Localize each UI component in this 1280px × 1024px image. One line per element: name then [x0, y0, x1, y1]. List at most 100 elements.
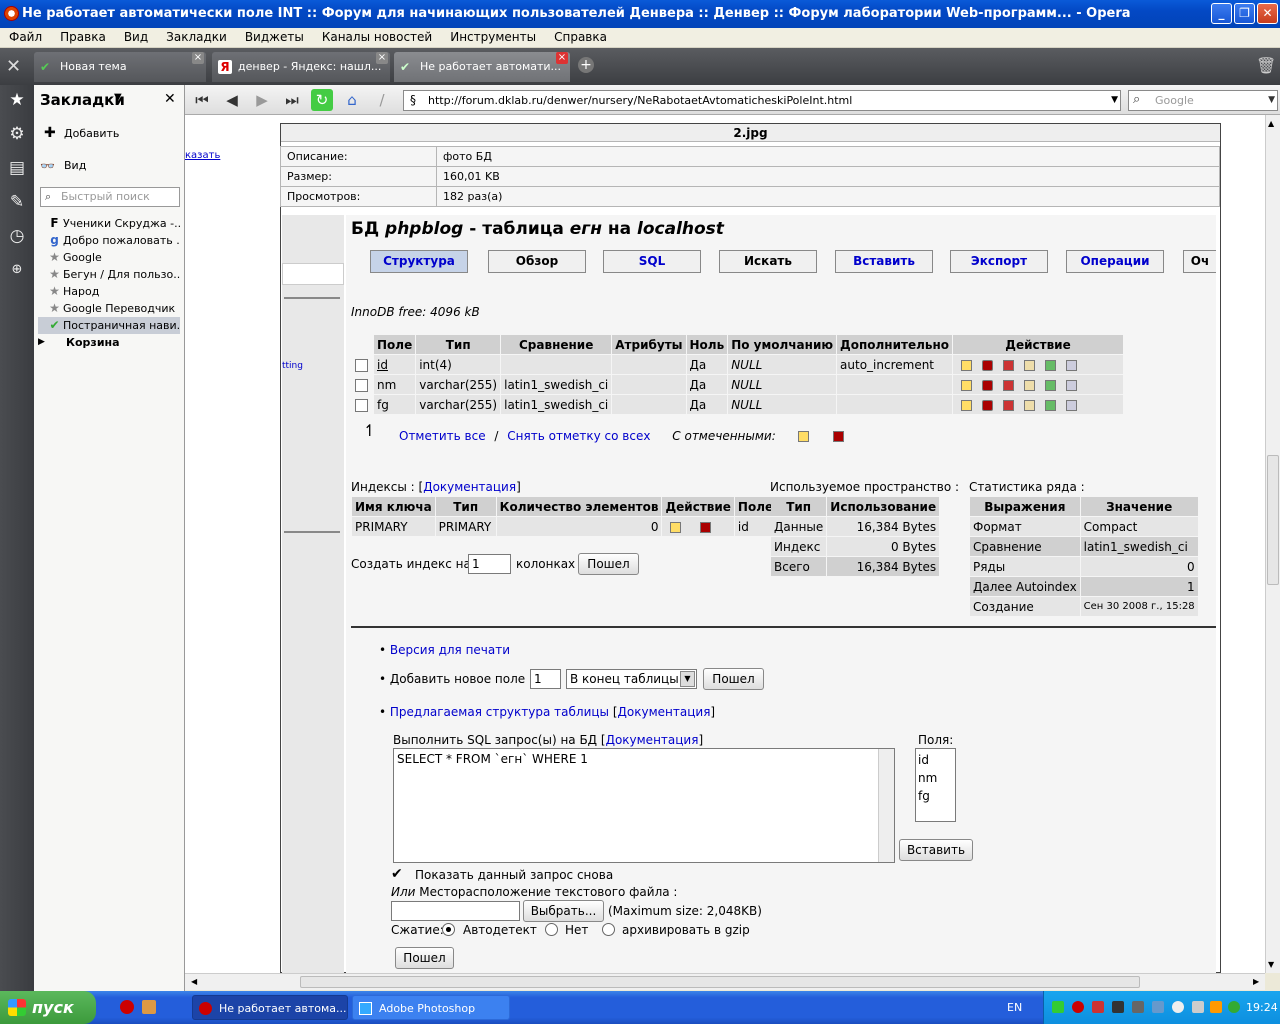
language-indicator[interactable]: EN [1007, 1001, 1022, 1014]
chevron-down-icon[interactable]: ▼ [1268, 91, 1275, 110]
tray-icon[interactable] [1192, 1001, 1204, 1013]
proposed-item: • Предлагаемая структура таблицы [Докуме… [379, 705, 716, 719]
field-option: fg [918, 789, 930, 803]
field-name: nm [374, 375, 416, 394]
bookmarks-star-icon[interactable]: ★ [6, 89, 28, 111]
horizontal-scrollbar[interactable]: ◀ ▶ [185, 973, 1265, 990]
partial-link[interactable]: казать [185, 150, 220, 161]
rewind-icon[interactable]: ⏮ [191, 89, 213, 111]
tray-icon[interactable] [1132, 1001, 1144, 1013]
chevron-down-icon[interactable]: ▼ [1111, 91, 1118, 110]
field-name: fg [374, 395, 416, 414]
close-window-button[interactable]: ✕ [1257, 3, 1278, 24]
tray-icon[interactable] [1228, 1001, 1240, 1013]
bookmark-item[interactable]: ★ Народ [38, 283, 180, 300]
show-again-label: Показать данный запрос снова [415, 868, 614, 882]
close-panel-icon[interactable]: ✕ [164, 91, 176, 107]
menu-bookmarks[interactable]: Закладки [157, 28, 236, 47]
menu-view[interactable]: Вид [115, 28, 157, 47]
opera-logo-icon [4, 6, 19, 21]
menu-file[interactable]: Файл [0, 28, 51, 47]
menu-edit[interactable]: Правка [51, 28, 115, 47]
tab-new-topic[interactable]: ✔ Новая тема × [34, 52, 206, 82]
tab-close-icon[interactable]: × [192, 52, 204, 64]
home-icon[interactable]: ⌂ [341, 89, 363, 111]
opera-quicklaunch-icon[interactable] [120, 1000, 134, 1014]
bracket: ] [698, 733, 704, 747]
gear-icon[interactable]: ⚙ [6, 123, 28, 145]
search-placeholder: Google [1155, 94, 1194, 107]
bookmark-item[interactable]: F Ученики Скруджа -... [38, 215, 180, 232]
unique-icon [1045, 379, 1056, 391]
menu-tools[interactable]: Инструменты [441, 28, 545, 47]
new-tab-icon[interactable]: + [578, 57, 594, 73]
quick-search-input[interactable]: ⌕ Быстрый поиск [40, 187, 180, 207]
trash-folder[interactable]: ▶ Корзина [38, 334, 180, 351]
table-row: Данные 16,384 Bytes [771, 517, 940, 536]
mail-icon[interactable]: ▤ [6, 157, 28, 179]
bookmark-item[interactable]: g Добро пожаловать ... [38, 232, 180, 249]
table-row: fg varchar(255) latin1_swedish_ci Да NUL… [350, 395, 1123, 414]
tray-icon[interactable] [1092, 1001, 1104, 1013]
reload-icon[interactable]: ↻ [311, 89, 333, 111]
add-bookmark-button[interactable]: Добавить [64, 127, 119, 140]
feed-icon[interactable]: ✎ [6, 191, 28, 213]
view-button[interactable]: Вид [64, 159, 86, 172]
scroll-left-icon[interactable]: ◀ [191, 977, 197, 986]
browse-button: Выбрать... [523, 900, 604, 922]
vertical-scrollbar[interactable]: ▲ ▼ [1265, 115, 1280, 973]
tab-close-icon[interactable]: × [376, 52, 388, 64]
address-input[interactable]: § http://forum.dklab.ru/denwer/nursery/N… [403, 90, 1121, 111]
edit-icon [961, 379, 972, 391]
tray-icon[interactable] [1152, 1001, 1164, 1013]
start-button[interactable]: пуск [0, 991, 96, 1024]
maximize-button[interactable]: ❐ [1234, 3, 1255, 24]
scroll-up-icon[interactable]: ▲ [1268, 119, 1274, 128]
col-header: Действие [662, 497, 734, 516]
wand-icon[interactable]: / [371, 89, 393, 111]
task-opera[interactable]: Не работает автома... [192, 995, 348, 1020]
tray-icon[interactable] [1072, 1001, 1084, 1013]
search-placeholder: Быстрый поиск [61, 190, 150, 203]
menu-help[interactable]: Справка [545, 28, 616, 47]
scrollbar-thumb[interactable] [1267, 455, 1279, 585]
tray-icon[interactable] [1112, 1001, 1124, 1013]
create-index-label: Создать индекс на [351, 557, 471, 571]
bookmark-item[interactable]: ★ Бегун / Для пользо... [38, 266, 180, 283]
tray-icon[interactable] [1172, 1001, 1184, 1013]
menu-widgets[interactable]: Виджеты [236, 28, 313, 47]
task-photoshop[interactable]: Adobe Photoshop [352, 995, 510, 1020]
tools-icon[interactable]: ✕ [6, 56, 21, 77]
fast-forward-icon[interactable]: ⏭ [281, 89, 303, 111]
menu-feeds[interactable]: Каналы новостей [313, 28, 441, 47]
tray-icon[interactable] [1052, 1001, 1064, 1013]
bookmark-item[interactable]: ★ Google [38, 249, 180, 266]
tab-yandex[interactable]: Я денвер - Яндекс: нашл... × [212, 52, 390, 82]
bookmark-item[interactable]: ★ Google Переводчик [38, 300, 180, 317]
col-header: По умолчанию [728, 335, 837, 354]
back-icon[interactable]: ◀ [221, 89, 243, 111]
chevron-down-icon[interactable]: ▼ [114, 92, 122, 103]
expand-arrow-icon[interactable]: ▶ [38, 334, 45, 351]
tab-close-icon[interactable]: × [556, 52, 568, 64]
minimize-button[interactable]: _ [1211, 3, 1232, 24]
history-clock-icon[interactable]: ◷ [6, 225, 28, 247]
add-panel-icon[interactable]: ⊕ [6, 259, 28, 281]
tab-current[interactable]: ✔ Не работает автомати... × [394, 52, 570, 82]
bookmark-item-selected[interactable]: ✔ Постраничная нави... [38, 317, 180, 334]
field-extra [837, 395, 952, 414]
field-collation [501, 355, 612, 374]
scroll-right-icon[interactable]: ▶ [1253, 977, 1259, 986]
tab-label: Новая тема [60, 60, 127, 73]
stats-table: Выражения Значение Формат Compact Сравнени… [969, 496, 1199, 617]
forward-icon[interactable]: ▶ [251, 89, 273, 111]
space-unit: Bytes [902, 539, 937, 554]
quicklaunch-icon[interactable] [142, 1000, 156, 1014]
tray-icon[interactable] [1210, 1001, 1222, 1013]
search-engine-input[interactable]: ⌕ Google ▼ [1128, 90, 1278, 111]
scrollbar-thumb[interactable] [300, 976, 1140, 988]
scroll-down-icon[interactable]: ▼ [1268, 960, 1274, 969]
action-icons [953, 395, 1123, 414]
columns-word: колонках [516, 557, 576, 571]
trash-icon[interactable]: 🗑 [1256, 56, 1276, 75]
